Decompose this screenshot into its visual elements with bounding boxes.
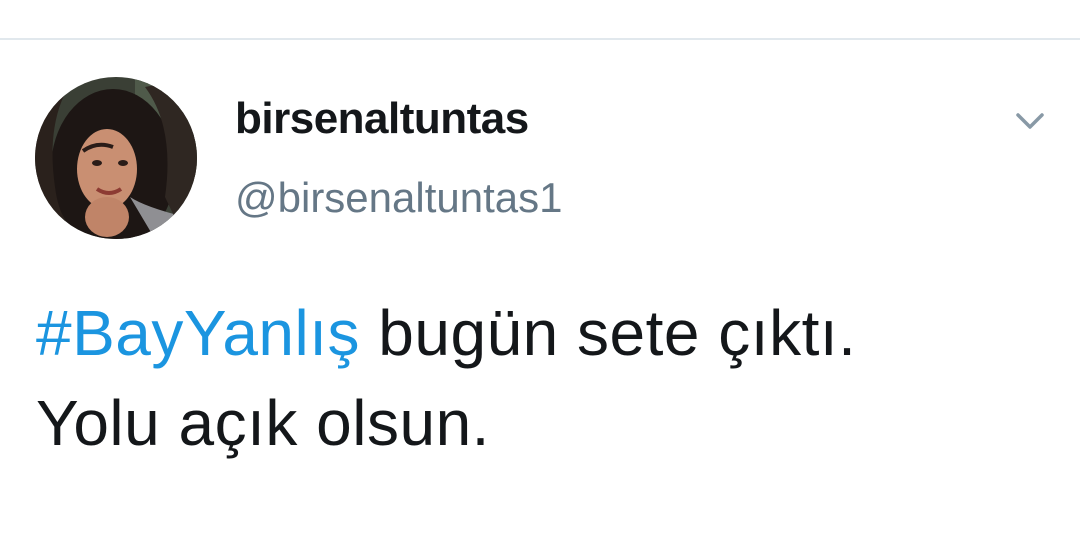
tweet-card: birsenaltuntas @birsenaltuntas1 #BayYanl…	[0, 0, 1080, 541]
tweet-text: #BayYanlış bugün sete çıktı. Yolu açık o…	[36, 288, 1036, 468]
hashtag-link[interactable]: #BayYanlış	[36, 297, 360, 369]
divider	[0, 38, 1080, 40]
tweet-text-segment: bugün sete çıktı.	[360, 297, 857, 369]
display-name[interactable]: birsenaltuntas	[235, 94, 529, 144]
avatar[interactable]	[35, 77, 197, 239]
avatar-image	[35, 77, 197, 239]
chevron-down-icon[interactable]	[1008, 104, 1052, 138]
tweet-line-1: #BayYanlış bugün sete çıktı.	[36, 288, 1036, 378]
tweet-line-2: Yolu açık olsun.	[36, 387, 490, 459]
user-handle[interactable]: @birsenaltuntas1	[235, 174, 563, 222]
